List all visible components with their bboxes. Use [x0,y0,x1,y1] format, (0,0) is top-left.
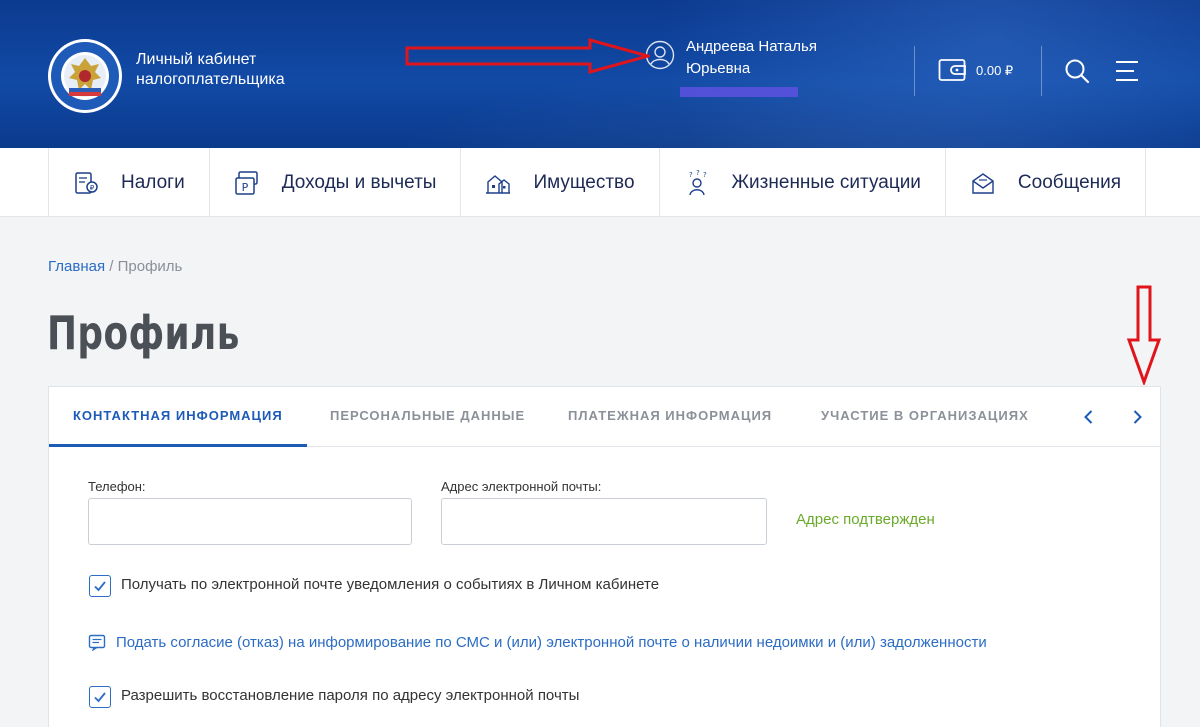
breadcrumb: Главная / Профиль [48,258,182,275]
tab-contact-info[interactable]: КОНТАКТНАЯ ИНФОРМАЦИЯ [49,387,307,447]
profile-tabs: КОНТАКТНАЯ ИНФОРМАЦИЯ ПЕРСОНАЛЬНЫЕ ДАННЫ… [49,387,1160,447]
nav-label: Доходы и вычеты [281,171,437,193]
user-name-line-1: Андреева Наталья [686,38,817,55]
phone-input[interactable] [88,498,412,545]
search-icon[interactable] [1064,58,1090,84]
chevron-right-icon[interactable] [1129,409,1145,425]
nav-item-messages[interactable]: Сообщения [946,148,1147,217]
checkmark-icon [94,581,106,592]
user-name[interactable]: Андреева Наталья Юрьевна [686,36,817,80]
nav-label: Жизненные ситуации [731,171,921,193]
profile-card: КОНТАКТНАЯ ИНФОРМАЦИЯ ПЕРСОНАЛЬНЫЕ ДАННЫ… [48,386,1161,727]
consent-link-label: Подать согласие (отказ) на информировани… [116,633,987,651]
email-label: Адрес электронной почты: [441,479,602,494]
page-title: Профиль [47,306,240,360]
tab-organizations[interactable]: УЧАСТИЕ В ОРГАНИЗАЦИЯХ [821,387,1029,447]
nav-label: Имущество [533,171,635,193]
brand-line-1: Личный кабинет [136,51,257,68]
header-divider [1041,46,1042,96]
breadcrumb-current: Профиль [117,258,183,275]
wallet-icon[interactable] [938,57,968,83]
tab-personal-data[interactable]: ПЕРСОНАЛЬНЫЕ ДАННЫЕ [330,387,525,447]
nav-label: Сообщения [1017,171,1122,193]
svg-text:₽: ₽ [90,184,95,192]
taxes-icon: ₽ [75,171,98,194]
property-icon [486,174,511,194]
chevron-left-icon[interactable] [1081,409,1097,425]
logo-emblem-icon[interactable] [47,38,123,114]
consent-link[interactable]: Подать согласие (отказ) на информировани… [88,633,987,651]
messages-icon [972,172,994,194]
user-name-line-2: Юрьевна [686,60,751,77]
notify-label[interactable]: Получать по электронной почте уведомлени… [121,576,659,593]
nav-item-income[interactable]: P Доходы и вычеты [210,148,462,217]
nav-item-taxes[interactable]: ₽ Налоги [49,148,210,217]
balance-amount[interactable]: 0.00 ₽ [976,63,1013,79]
brand-line-2: налогоплательщика [136,71,285,88]
nav-item-life-situations[interactable]: ? ? ? Жизненные ситуации [660,148,946,217]
life-situations-icon: ? ? ? [689,170,707,195]
notify-checkbox[interactable] [89,575,111,597]
svg-text:P: P [241,181,248,194]
breadcrumb-home-link[interactable]: Главная [48,258,105,275]
email-input[interactable] [441,498,767,545]
main-navigation: ₽ Налоги P Доходы и вычеты Имущество ? ?… [0,148,1200,217]
redacted-text [680,87,798,97]
restore-password-checkbox[interactable] [89,686,111,708]
income-icon: P [234,170,258,195]
svg-text:?: ? [689,171,693,179]
top-header: Личный кабинет налогоплательщика Андреев… [0,0,1200,148]
svg-text:?: ? [703,171,707,179]
checkmark-icon [94,692,106,703]
header-divider [914,46,915,96]
tab-payment-info[interactable]: ПЛАТЕЖНАЯ ИНФОРМАЦИЯ [568,387,772,447]
user-icon[interactable] [645,40,675,70]
svg-text:?: ? [696,170,700,177]
breadcrumb-separator: / [105,258,118,275]
restore-password-label[interactable]: Разрешить восстановление пароля по адрес… [121,687,579,704]
nav-label: Налоги [121,171,185,193]
annotation-arrow-icon [405,38,650,74]
phone-label: Телефон: [88,479,146,494]
menu-icon[interactable] [1114,60,1140,82]
annotation-arrow-icon [1126,285,1162,385]
document-icon [88,634,106,651]
brand-title[interactable]: Личный кабинет налогоплательщика [136,50,285,90]
email-confirmed-status: Адрес подтвержден [796,511,935,528]
nav-item-property[interactable]: Имущество [461,148,660,217]
